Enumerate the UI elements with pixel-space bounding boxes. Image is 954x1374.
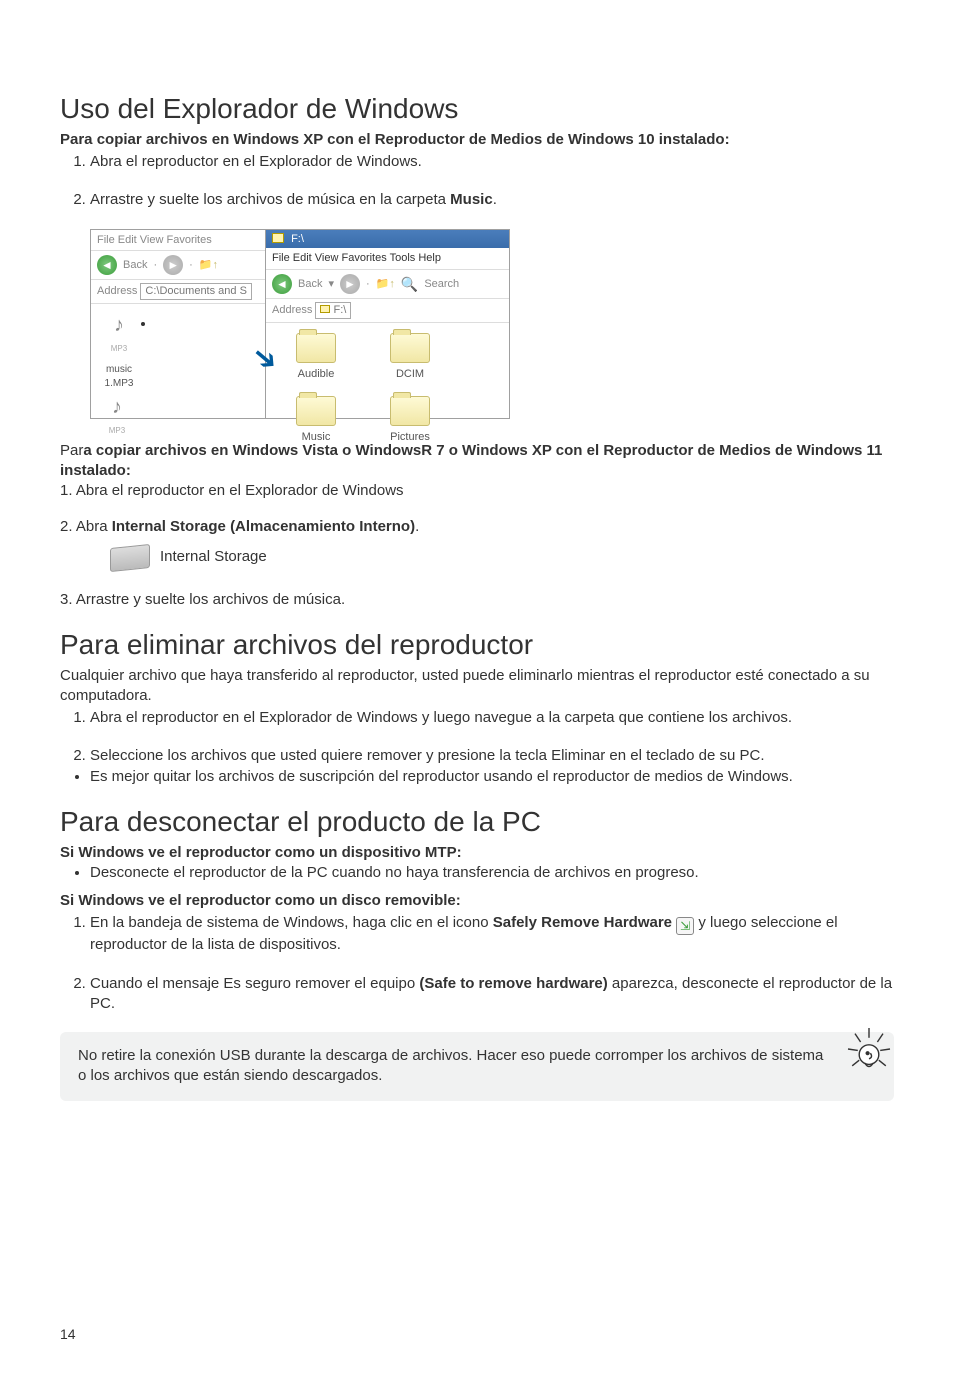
addr-label-source: Address [97, 285, 137, 297]
mp3-file: MP3 music 1.MP3 [99, 312, 139, 390]
mtp-bullet-1: Desconecte el reproductor de la PC cuand… [90, 863, 894, 883]
eliminar-bullets: Es mejor quitar los archivos de suscripc… [60, 767, 894, 787]
mp3-filename: music 1.MP3 [99, 363, 139, 390]
back-label: Back [123, 258, 147, 273]
drag-origin-dot [141, 322, 145, 326]
addr-label-target: Address [272, 304, 312, 316]
steps-list-xp: Abra el reproductor en el Explorador de … [60, 152, 894, 211]
window-target-menu: File Edit View Favorites Tools Help [266, 248, 509, 269]
subheading-para-copiar-xp: Para copiar archivos en Windows XP con e… [60, 130, 894, 150]
back-icon-2: ◄ [272, 274, 292, 294]
address-bar-target: Address F:\ [266, 299, 509, 323]
step-2-drag: Arrastre y suelte los archivos de música… [90, 190, 894, 210]
step-vista-3: 3. Arrastre y suelte los archivos de mús… [60, 590, 894, 610]
step-vista-1: 1. Abra el reproductor en el Explorador … [60, 481, 894, 501]
addr-value-source: C:\Documents and S [140, 283, 252, 300]
music-folder-name: Music [450, 191, 493, 208]
idea-icon [834, 1014, 904, 1084]
par-prefix: Par [60, 442, 83, 459]
mp3-icon-glyph-2 [102, 394, 132, 424]
heading-desconectar: Para desconectar el producto de la PC [60, 803, 894, 841]
mp3-file-2: MP3 [97, 394, 137, 437]
safely-remove-hardware-icon: ⇲ [676, 917, 694, 935]
heading-uso-explorador: Uso del Explorador de Windows [60, 90, 894, 128]
folder-dcim: DCIM [370, 333, 450, 382]
window-target-body: Audible DCIM Music Pictures [266, 323, 509, 455]
window-source-toolbar: ◄ Back · ► · 📁↑ [91, 250, 279, 280]
window-target-title-text: F:\ [291, 233, 304, 245]
step-2-text: Arrastre y suelte los archivos de música… [90, 191, 450, 208]
explorer-illustration: ➔ File Edit View Favorites ◄ Back · ► · … [90, 229, 510, 419]
folder-audible: Audible [276, 333, 356, 382]
back-label-2: Back [298, 277, 322, 292]
back-icon: ◄ [97, 255, 117, 275]
window-source-menu: File Edit View Favorites [91, 230, 279, 251]
mtp-bullets: Desconecte el reproductor de la PC cuand… [60, 863, 894, 883]
up-icon-2: 📁↑ [376, 277, 395, 292]
removible-step-1: En la bandeja de sistema de Windows, hag… [90, 913, 894, 955]
tips-text: No retire la conexión USB durante la des… [78, 1047, 823, 1084]
window-target-toolbar: ◄ Back ▾ ► · 📁↑ 🔍 Search [266, 269, 509, 299]
window-source: File Edit View Favorites ◄ Back · ► · 📁↑… [90, 229, 280, 419]
eliminar-bullet-1: Es mejor quitar los archivos de suscripc… [90, 767, 894, 787]
folder-pictures: Pictures [370, 396, 450, 445]
window-target-title: F:\ [266, 230, 509, 249]
folder-music: Music [276, 396, 356, 445]
hdd-icon [110, 543, 150, 571]
eliminar-step-1: Abra el reproductor en el Explorador de … [90, 708, 894, 728]
search-icon: 🔍 [401, 275, 418, 294]
safely-remove-label: Safely Remove Hardware [493, 914, 672, 931]
page-number: 14 [60, 1325, 76, 1344]
mp3-icon-glyph [104, 312, 134, 342]
removible-step-2: Cuando el mensaje Es seguro remover el e… [90, 974, 894, 1015]
search-label: Search [424, 277, 459, 292]
removible-steps: En la bandeja de sistema de Windows, hag… [60, 913, 894, 1014]
sub-mtp: Si Windows ve el reproductor como un dis… [60, 843, 894, 863]
step-vista-2: 2. Abra Internal Storage (Almacenamiento… [60, 517, 894, 537]
forward-icon: ► [163, 255, 183, 275]
folder-icon [296, 396, 336, 426]
internal-storage-bold: Internal Storage (Almacenamiento Interno… [112, 518, 415, 535]
internal-storage-label: Internal Storage [160, 547, 267, 567]
addr-value-target: F:\ [315, 302, 351, 319]
heading-eliminar: Para eliminar archivos del reproductor [60, 626, 894, 664]
forward-icon-2: ► [340, 274, 360, 294]
safe-to-remove-label: (Safe to remove hardware) [419, 975, 607, 992]
internal-storage-illustration: Internal Storage [110, 546, 894, 570]
eliminar-step-2: Seleccione los archivos que usted quiere… [90, 746, 894, 766]
folder-icon [390, 333, 430, 363]
sub-removible: Si Windows ve el reproductor como un dis… [60, 891, 894, 911]
folder-icon [390, 396, 430, 426]
folder-icon [296, 333, 336, 363]
step-2-suffix: . [493, 191, 497, 208]
eliminar-steps: Abra el reproductor en el Explorador de … [60, 708, 894, 767]
address-bar-source: Address C:\Documents and S [91, 280, 279, 304]
step-1-open: Abra el reproductor en el Explorador de … [90, 152, 894, 172]
eliminar-intro: Cualquier archivo que haya transferido a… [60, 666, 894, 707]
tips-box: No retire la conexión USB durante la des… [60, 1032, 894, 1101]
window-target: F:\ File Edit View Favorites Tools Help … [265, 229, 510, 419]
up-icon: 📁↑ [199, 258, 218, 273]
